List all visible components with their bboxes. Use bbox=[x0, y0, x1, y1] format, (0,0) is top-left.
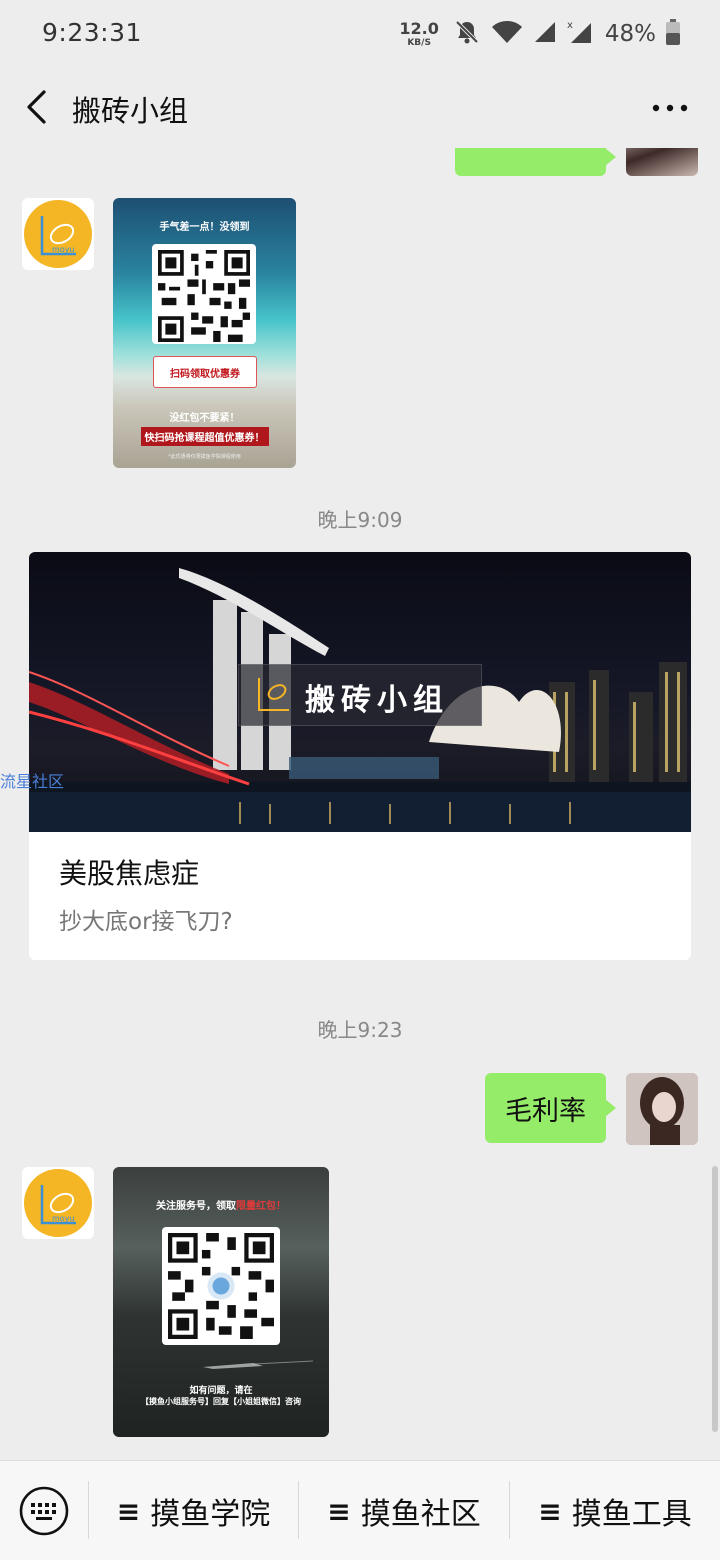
moyu-logo-icon: moyu bbox=[24, 1169, 92, 1237]
timestamp: 晚上9:09 bbox=[317, 508, 403, 532]
coupon-poster-image[interactable]: 手气差一点！没领到 扫码领取优惠券 没红包不要紧！ 快扫码抢课程超值优惠券！ *… bbox=[113, 198, 296, 468]
svg-text:moyu: moyu bbox=[52, 245, 75, 254]
bubble-tail bbox=[605, 148, 616, 166]
signal-x-icon: x bbox=[567, 19, 593, 49]
signal-icon bbox=[533, 20, 557, 48]
svg-text:x: x bbox=[567, 20, 573, 31]
poster-header: 手气差一点！没领到 bbox=[159, 222, 250, 233]
poster-line-1: 没红包不要紧！ bbox=[169, 413, 240, 424]
user-avatar[interactable] bbox=[626, 1073, 698, 1145]
menu-item-moyu-community[interactable]: ≡ 摸鱼社区 bbox=[299, 1461, 509, 1560]
more-dots-icon bbox=[652, 104, 688, 112]
poster-line-2: 快扫码抢课程超值优惠券！ bbox=[140, 427, 269, 446]
menu-lines-icon: ≡ bbox=[538, 1494, 562, 1528]
menu-item-label: 摸鱼工具 bbox=[571, 1497, 692, 1532]
menu-item-moyu-tools[interactable]: ≡ 摸鱼工具 bbox=[510, 1461, 720, 1560]
menu-item-moyu-academy[interactable]: ≡ 摸鱼学院 bbox=[89, 1461, 298, 1560]
svg-text:moyu: moyu bbox=[52, 1214, 75, 1223]
brand-text: 搬砖小组 bbox=[305, 683, 449, 718]
bottom-menu-bar: ≡ 摸鱼学院 ≡ 摸鱼社区 ≡ 摸鱼工具 bbox=[0, 1460, 720, 1560]
scrollbar[interactable] bbox=[712, 1166, 718, 1432]
service-account-poster-image[interactable]: 关注服务号，领取限量红包！ 如有问题，请在 【摸鱼小组服务号】回复【小姐姐微信】… bbox=[113, 1167, 329, 1437]
chat-title: 搬砖小组 bbox=[72, 94, 189, 128]
net-speed: 12.0 KB/S bbox=[399, 18, 439, 48]
menu-lines-icon: ≡ bbox=[327, 1494, 351, 1528]
nav-bar: 搬砖小组 bbox=[0, 66, 720, 148]
poster2-line-1: 如有问题，请在 bbox=[189, 1386, 253, 1396]
menu-item-label: 摸鱼社区 bbox=[360, 1497, 481, 1532]
battery-percent: 48% bbox=[604, 21, 656, 47]
poster2-header-text: 关注服务号，领取 bbox=[156, 1201, 236, 1212]
keyboard-toggle-button[interactable] bbox=[18, 1485, 70, 1537]
moyu-logo-icon: moyu bbox=[24, 200, 92, 268]
article-card[interactable]: 搬砖小组 美股焦虑症 抄大底or接飞刀? bbox=[29, 552, 691, 960]
poster-fine-print: *此优惠券仅限摸鱼学院课程使用 bbox=[168, 454, 241, 460]
poster2-header: 关注服务号，领取限量红包！ bbox=[113, 1197, 329, 1212]
menu-item-label: 摸鱼学院 bbox=[150, 1497, 271, 1532]
coupon-button-label: 扫码领取优惠券 bbox=[153, 356, 257, 388]
group-avatar[interactable]: moyu bbox=[22, 1167, 94, 1239]
bubble-tail bbox=[605, 1099, 616, 1117]
boat-illustration bbox=[203, 1360, 314, 1369]
status-time: 9:23:31 bbox=[42, 18, 142, 47]
qr-code bbox=[162, 1227, 280, 1345]
sent-message-text: 毛利率 bbox=[505, 1095, 586, 1127]
menu-lines-icon: ≡ bbox=[116, 1494, 141, 1528]
qr-code-icon bbox=[168, 1233, 274, 1339]
poster2-header-highlight: 限量红包！ bbox=[236, 1201, 286, 1212]
user-photo-icon bbox=[626, 1073, 698, 1145]
keyboard-icon bbox=[19, 1486, 69, 1536]
timestamp: 晚上9:23 bbox=[317, 1018, 403, 1042]
battery-icon bbox=[666, 19, 680, 49]
article-title: 美股焦虑症 bbox=[59, 857, 200, 890]
status-bar: 9:23:31 12.0 KB/S x 48% bbox=[0, 0, 720, 66]
poster-tag-wrap: 快扫码抢课程超值优惠券！ bbox=[113, 427, 296, 446]
article-subtitle: 抄大底or接飞刀? bbox=[59, 909, 233, 935]
sent-message-partial[interactable] bbox=[455, 148, 616, 176]
group-avatar[interactable]: moyu bbox=[22, 198, 94, 270]
wifi-icon bbox=[491, 19, 523, 49]
user-avatar[interactable] bbox=[626, 148, 698, 176]
moyu-logo-icon bbox=[258, 678, 289, 711]
qr-code bbox=[152, 244, 256, 344]
article-cover-image: 搬砖小组 bbox=[29, 552, 691, 832]
chat-screen: 9:23:31 12.0 KB/S x 48% 搬砖小组 moyu 手气差一点！… bbox=[0, 0, 720, 1560]
net-speed-unit: KB/S bbox=[407, 37, 431, 48]
qr-code-icon bbox=[158, 250, 250, 342]
more-button[interactable] bbox=[646, 88, 694, 128]
chevron-left-icon bbox=[27, 90, 46, 124]
bell-muted-icon bbox=[453, 18, 481, 50]
back-button[interactable] bbox=[18, 84, 62, 130]
brand-banner: 搬砖小组 bbox=[238, 664, 482, 726]
watermark-text: 流星社区 bbox=[0, 772, 65, 791]
net-speed-value: 12.0 bbox=[399, 18, 439, 38]
poster2-line-2: 【摸鱼小组服务号】回复【小姐姐微信】咨询 bbox=[141, 1397, 301, 1406]
sent-message[interactable]: 毛利率 bbox=[485, 1073, 616, 1143]
chat-area[interactable]: moyu 手气差一点！没领到 扫码领取优惠券 没红包不要紧！ 快扫码抢课程超值优… bbox=[0, 148, 720, 1460]
status-icons: 12.0 KB/S x 48% bbox=[399, 14, 680, 54]
